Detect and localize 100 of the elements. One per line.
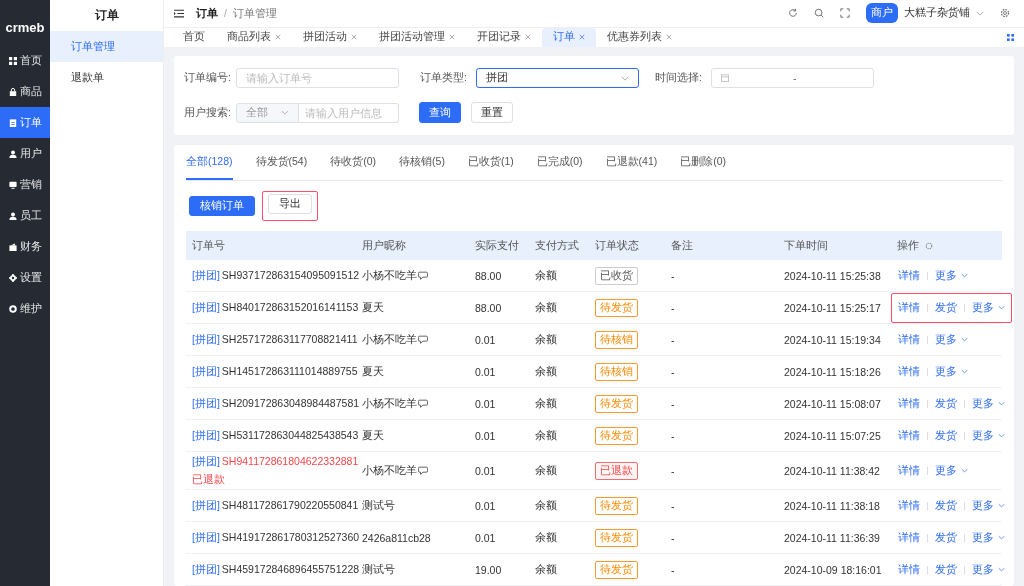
order-number: SH459172846896455751228 bbox=[221, 562, 360, 575]
ring-icon bbox=[8, 304, 17, 313]
action-link[interactable]: 发货 bbox=[935, 428, 957, 443]
action-link[interactable]: 详情 bbox=[898, 268, 920, 283]
action-link[interactable]: 详情 bbox=[898, 332, 920, 347]
action-link[interactable]: 更多 bbox=[972, 498, 994, 513]
close-icon[interactable] bbox=[525, 34, 531, 41]
action-link[interactable]: 更多 bbox=[935, 364, 957, 379]
action-link[interactable]: 更多 bbox=[935, 463, 957, 478]
action-link[interactable]: 发货 bbox=[935, 562, 957, 577]
subnav-item[interactable]: 退款单 bbox=[50, 62, 163, 93]
action-link[interactable]: 发货 bbox=[935, 498, 957, 513]
order-type-tag: [拼团] bbox=[192, 396, 220, 409]
status-tab[interactable]: 已收货(1) bbox=[467, 145, 514, 180]
user-menu[interactable]: 大糕子杂货铺 bbox=[904, 6, 970, 21]
grid-icon bbox=[8, 56, 17, 65]
query-button[interactable]: 查询 bbox=[419, 102, 461, 123]
page-tab[interactable]: 拼团活动管理 bbox=[368, 27, 466, 47]
sidebar-item[interactable]: 首页 bbox=[0, 45, 50, 76]
status-tab[interactable]: 待发货(54) bbox=[255, 145, 308, 180]
action-link[interactable]: 详情 bbox=[898, 428, 920, 443]
action-link[interactable]: 发货 bbox=[935, 396, 957, 411]
action-link[interactable]: 详情 bbox=[898, 463, 920, 478]
action-link[interactable]: 详情 bbox=[898, 300, 920, 315]
order-type-tag: [拼团] bbox=[192, 562, 220, 575]
caret-icon bbox=[961, 468, 968, 473]
action-link[interactable]: 更多 bbox=[935, 268, 957, 283]
user-search-field[interactable]: 请输入用户信息 bbox=[299, 102, 399, 123]
status-tab[interactable]: 已退款(41) bbox=[605, 145, 658, 180]
page-tab[interactable]: 优惠券列表 bbox=[596, 27, 683, 47]
page-tab[interactable]: 首页 bbox=[172, 27, 216, 47]
paid-amount: 88.00 bbox=[475, 269, 502, 282]
payment-method: 余额 bbox=[535, 530, 557, 545]
sidebar-item[interactable]: 营销 bbox=[0, 169, 50, 200]
sidebar-item[interactable]: 商品 bbox=[0, 76, 50, 107]
status-tab[interactable]: 待核销(5) bbox=[399, 145, 445, 180]
breadcrumb-item: 订单管理 bbox=[232, 5, 277, 21]
close-icon[interactable] bbox=[666, 34, 672, 41]
order-type-tag: [拼团] bbox=[192, 300, 220, 313]
sidebar-item[interactable]: 维护 bbox=[0, 293, 50, 324]
action-link[interactable]: 详情 bbox=[898, 498, 920, 513]
page-tab[interactable]: 订单 bbox=[542, 27, 596, 47]
action-link[interactable]: 更多 bbox=[972, 562, 994, 577]
action-link[interactable]: 更多 bbox=[972, 530, 994, 545]
refresh-icon[interactable] bbox=[788, 8, 798, 19]
remark: - bbox=[671, 499, 675, 512]
action-link[interactable]: 更多 bbox=[972, 428, 994, 443]
menu-icon[interactable] bbox=[174, 8, 184, 18]
sidebar-item[interactable]: 设置 bbox=[0, 262, 50, 293]
order-time: 2024-10-11 15:25:38 bbox=[784, 269, 881, 282]
close-icon[interactable] bbox=[351, 34, 357, 41]
order-time: 2024-10-11 15:08:07 bbox=[784, 397, 881, 410]
search-icon[interactable] bbox=[814, 8, 824, 19]
action-link[interactable]: 更多 bbox=[935, 332, 957, 347]
remark: - bbox=[671, 531, 675, 544]
export-button[interactable]: 导出 bbox=[268, 194, 312, 214]
user-scope-select[interactable]: 全部 bbox=[236, 102, 299, 123]
grid-icon[interactable] bbox=[1007, 33, 1014, 41]
action-link[interactable]: 发货 bbox=[935, 300, 957, 315]
breadcrumb-separator: / bbox=[224, 7, 227, 19]
caret-icon bbox=[961, 337, 968, 342]
sidebar-item[interactable]: 用户 bbox=[0, 138, 50, 169]
close-icon[interactable] bbox=[449, 34, 455, 41]
order-number: SH257172863117708821411 bbox=[221, 332, 358, 345]
date-range-field[interactable]: - bbox=[711, 68, 874, 88]
action-link[interactable]: 更多 bbox=[972, 300, 994, 315]
user-nickname: 夏天 bbox=[362, 364, 384, 379]
document-icon bbox=[8, 118, 17, 127]
status-tab[interactable]: 待收货(0) bbox=[330, 145, 377, 180]
close-icon[interactable] bbox=[579, 34, 585, 41]
status-tab[interactable]: 已完成(0) bbox=[536, 145, 583, 180]
action-link[interactable]: 详情 bbox=[898, 530, 920, 545]
page-tab[interactable]: 拼团活动 bbox=[292, 27, 368, 47]
caret-icon bbox=[961, 273, 968, 278]
status-tab[interactable]: 已删除(0) bbox=[680, 145, 727, 180]
action-link[interactable]: 详情 bbox=[898, 396, 920, 411]
sidebar-item[interactable]: 财务 bbox=[0, 231, 50, 262]
order-number: SH840172863152016141153 bbox=[221, 300, 359, 313]
sidebar-item[interactable]: 员工 bbox=[0, 200, 50, 231]
action-link[interactable]: 更多 bbox=[972, 396, 994, 411]
user-nickname: 测试号 bbox=[362, 562, 395, 577]
reset-button[interactable]: 重置 bbox=[471, 102, 513, 123]
close-icon[interactable] bbox=[275, 34, 281, 41]
order-time: 2024-10-11 15:25:17 bbox=[784, 301, 881, 314]
action-link[interactable]: 详情 bbox=[898, 562, 920, 577]
paid-amount: 0.01 bbox=[475, 429, 496, 442]
page-tab[interactable]: 商品列表 bbox=[216, 27, 292, 47]
remark: - bbox=[671, 563, 675, 576]
page-tab[interactable]: 开团记录 bbox=[466, 27, 542, 47]
breadcrumb-item[interactable]: 订单 bbox=[196, 5, 218, 21]
user-nickname: 小杨不吃羊 bbox=[362, 396, 417, 411]
fullscreen-icon[interactable] bbox=[840, 8, 850, 19]
status-tag: 已收货 bbox=[595, 266, 638, 285]
verify-order-button[interactable]: 核销订单 bbox=[189, 196, 255, 216]
action-link[interactable]: 详情 bbox=[898, 364, 920, 379]
action-link[interactable]: 发货 bbox=[935, 530, 957, 545]
status-tab[interactable]: 全部(128) bbox=[186, 145, 233, 180]
subnav-item[interactable]: 订单管理 bbox=[50, 31, 163, 62]
sidebar-item[interactable]: 订单 bbox=[0, 107, 50, 138]
order-type-select[interactable]: 拼团 bbox=[476, 68, 639, 88]
